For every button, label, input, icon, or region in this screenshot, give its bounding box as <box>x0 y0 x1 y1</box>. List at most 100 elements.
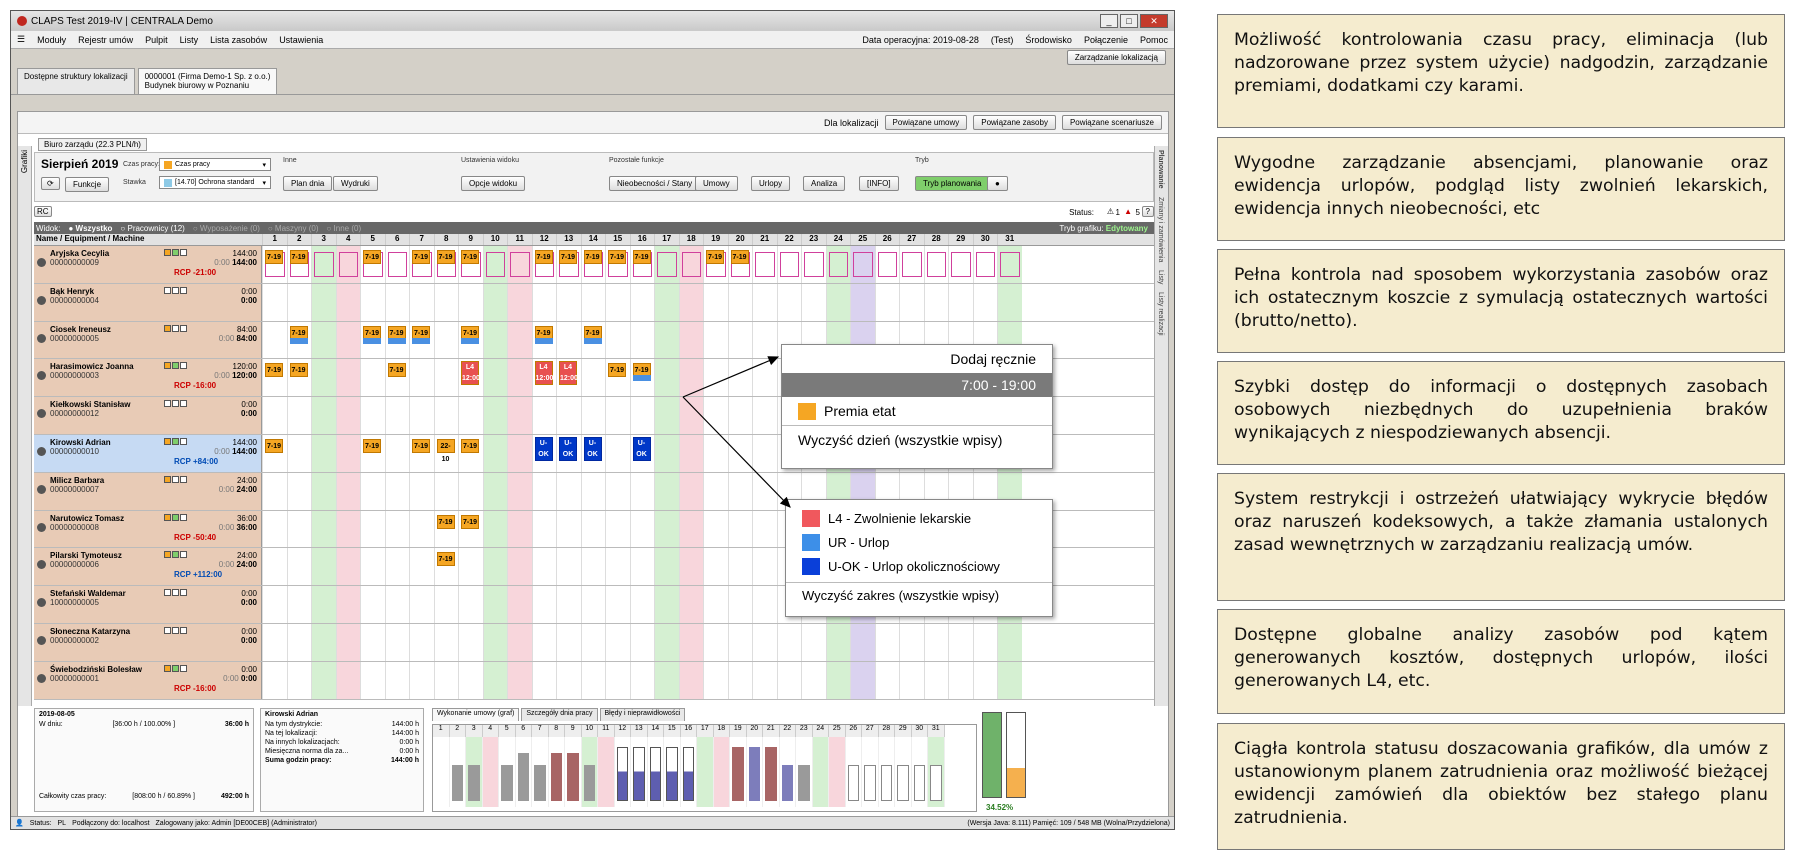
day-cell[interactable] <box>801 246 826 283</box>
day-cell[interactable] <box>360 283 385 321</box>
resource-cell[interactable]: Milicz Barbara 00000000007 24:00 0:00 24:00 <box>34 472 262 510</box>
day-cell[interactable] <box>654 510 679 548</box>
chart-day-column[interactable] <box>664 737 681 807</box>
day-cell[interactable] <box>923 661 949 699</box>
side-tab-listy[interactable]: Listy <box>1155 266 1166 288</box>
day-cell[interactable] <box>752 586 777 623</box>
premia-item[interactable]: Premia etat <box>782 397 1052 425</box>
day-cell[interactable] <box>286 283 312 321</box>
day-cell[interactable] <box>556 548 581 586</box>
day-cell[interactable] <box>409 623 434 661</box>
day-cell[interactable] <box>948 623 973 661</box>
day-cell[interactable] <box>286 623 312 661</box>
day-cell[interactable]: 7-19 <box>727 246 753 283</box>
shift-block[interactable]: 7-19 <box>412 438 430 453</box>
shift-block[interactable]: 7-19 <box>289 250 308 264</box>
day-cell[interactable] <box>507 397 532 434</box>
day-cell[interactable] <box>703 434 728 472</box>
day-cell[interactable] <box>703 548 728 586</box>
day-cell[interactable] <box>629 623 655 661</box>
day-cell[interactable] <box>360 548 385 586</box>
day-cell[interactable] <box>335 434 360 472</box>
day-cell[interactable]: 7-19 <box>286 321 312 359</box>
day-cell[interactable] <box>825 283 850 321</box>
chart-day-column[interactable] <box>482 737 499 807</box>
tab-szczegoly-dnia[interactable]: Szczegóły dnia pracy <box>521 708 598 721</box>
day-cell[interactable] <box>752 472 777 510</box>
plan-dnia-button[interactable]: Plan dnia <box>283 176 333 191</box>
day-cell[interactable] <box>482 321 507 359</box>
shift-block[interactable]: 7-19 <box>265 250 283 264</box>
chart-day-column[interactable] <box>812 737 829 807</box>
day-cell[interactable] <box>727 321 753 359</box>
day-cell[interactable] <box>433 623 459 661</box>
day-cell[interactable] <box>507 548 532 586</box>
chart-day-column[interactable] <box>713 737 730 807</box>
day-cell[interactable] <box>801 623 826 661</box>
menu-pomoc[interactable]: Pomoc <box>1140 35 1168 45</box>
day-cell[interactable] <box>360 623 385 661</box>
day-cell[interactable] <box>384 246 410 283</box>
day-cell[interactable] <box>335 397 360 434</box>
shift-block[interactable]: 7-19 <box>559 250 577 264</box>
day-cell[interactable] <box>458 472 483 510</box>
shift-block[interactable]: 7-19 <box>730 250 749 264</box>
day-cell[interactable] <box>286 548 312 586</box>
day-cell[interactable] <box>384 283 410 321</box>
side-tab-grafiki[interactable]: Grafiki <box>18 146 32 706</box>
shift-block[interactable]: 22-10 <box>436 438 455 463</box>
day-cell[interactable] <box>678 397 703 434</box>
day-cell[interactable] <box>409 661 434 699</box>
day-cell[interactable] <box>776 283 802 321</box>
day-cell[interactable] <box>433 397 459 434</box>
day-cell[interactable] <box>654 548 679 586</box>
chart-day-column[interactable] <box>631 737 648 807</box>
chart-day-column[interactable] <box>796 737 813 807</box>
resource-cell[interactable]: Bąk Henryk 00000000004 0:00 0:00 <box>34 283 262 321</box>
day-cell[interactable] <box>360 472 385 510</box>
day-cell[interactable] <box>507 321 532 359</box>
shift-block[interactable]: 7-19 <box>632 250 651 264</box>
day-cell[interactable] <box>531 548 557 586</box>
day-cell[interactable] <box>703 472 728 510</box>
day-cell[interactable]: 7-19 <box>556 246 581 283</box>
day-cell[interactable] <box>923 246 949 283</box>
rate-marker[interactable] <box>363 337 381 344</box>
chart-day-column[interactable] <box>466 737 483 807</box>
day-cell[interactable] <box>409 472 434 510</box>
day-cell[interactable] <box>311 548 336 586</box>
resource-cell[interactable]: Aryjska Cecylia 00000000009 144:00 0:00 144… <box>34 246 262 283</box>
day-cell[interactable] <box>825 623 850 661</box>
resource-cell[interactable]: Kirowski Adrian 00000000010 144:00 0:00 144… <box>34 434 262 472</box>
day-cell[interactable] <box>605 321 630 359</box>
day-cell[interactable] <box>678 472 703 510</box>
shift-block[interactable]: 7-19 <box>583 250 602 264</box>
day-cell[interactable] <box>997 623 1022 661</box>
day-cell[interactable] <box>850 661 875 699</box>
day-cell[interactable] <box>507 472 532 510</box>
chart-day-column[interactable] <box>780 737 796 807</box>
resource-cell[interactable]: Narutowicz Tomasz 00000000008 36:00 0:00 36… <box>34 510 262 548</box>
rate-marker[interactable] <box>583 337 602 344</box>
day-cell[interactable] <box>531 283 557 321</box>
warning-icon[interactable]: ⚠ <box>1107 207 1114 216</box>
analiza-button[interactable]: Analiza <box>803 176 846 191</box>
day-cell[interactable]: 7-19 <box>360 434 385 472</box>
day-cell[interactable] <box>776 661 802 699</box>
day-cell[interactable] <box>409 359 434 397</box>
shift-block[interactable]: 7-19 <box>412 250 430 264</box>
day-cell[interactable] <box>654 472 679 510</box>
shift-block[interactable]: 7-19 <box>436 552 455 567</box>
info-button[interactable]: [INFO] <box>859 176 899 191</box>
day-cell[interactable] <box>335 510 360 548</box>
day-cell[interactable] <box>752 661 777 699</box>
day-cell[interactable]: 7-19 <box>605 246 630 283</box>
day-cell[interactable] <box>703 661 728 699</box>
funkcje-button[interactable]: Funkcje <box>65 177 110 192</box>
chart-day-column[interactable] <box>581 737 598 807</box>
day-cell[interactable] <box>556 623 581 661</box>
tab-bledy[interactable]: Błędy i nieprawidłowości <box>599 708 686 721</box>
day-cell[interactable] <box>482 359 507 397</box>
day-cell[interactable] <box>703 359 728 397</box>
l4-absence[interactable]: L4 12:00 <box>559 361 578 386</box>
